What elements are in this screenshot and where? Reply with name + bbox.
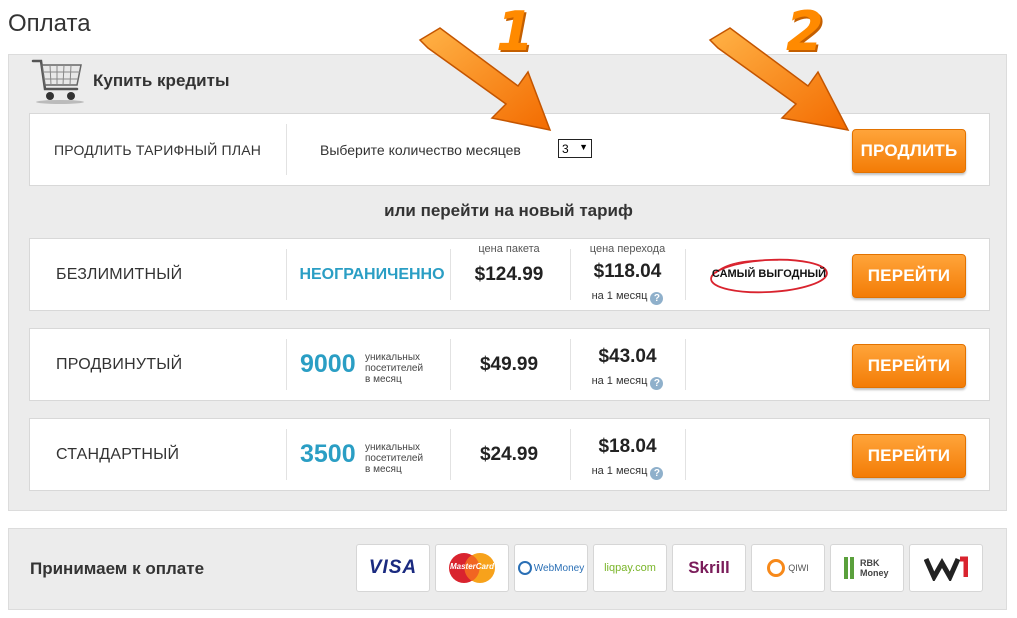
plan-visitors: НЕОГРАНИЧЕННО xyxy=(299,265,445,283)
visitors-count: 3500 xyxy=(300,440,356,468)
per-month-label: на 1 месяц xyxy=(591,290,648,302)
help-icon[interactable]: ? xyxy=(650,467,664,480)
qiwi-circle-icon xyxy=(767,559,786,577)
visitors-caption-line: уникальных xyxy=(365,442,421,453)
best-value-label: САМЫЙ ВЫГОДНЫЙ xyxy=(711,268,827,280)
help-icon[interactable]: ? xyxy=(650,292,664,305)
divider xyxy=(685,249,686,300)
visitors-count: 9000 xyxy=(300,350,356,378)
plan-row-advanced: ПРОДВИНУТЫЙ 9000 уникальных посетителей … xyxy=(29,328,990,401)
package-price: $49.99 xyxy=(479,353,539,375)
skrill-logo: Skrill xyxy=(672,544,746,592)
mastercard-logo: MasterCard xyxy=(435,544,509,592)
divider xyxy=(685,429,686,480)
extend-plan-row: ПРОДЛИТЬ ТАРИФНЫЙ ПЛАН Выберите количест… xyxy=(29,113,990,186)
help-icon[interactable]: ? xyxy=(650,377,664,390)
months-select[interactable]: 3 ▼ xyxy=(558,139,592,158)
qiwi-logo-text: QIWI xyxy=(788,563,809,573)
w1-logo: W1 xyxy=(909,544,983,592)
webmoney-logo-text: WebMoney xyxy=(533,562,585,574)
payment-methods-label: Принимаем к оплате xyxy=(30,559,205,578)
package-price: $24.99 xyxy=(479,443,539,465)
buy-credits-title: Купить кредиты xyxy=(93,71,230,90)
package-price: $124.99 xyxy=(474,263,544,285)
extend-button[interactable]: ПРОДЛИТЬ xyxy=(852,129,966,173)
skrill-logo-text: Skrill xyxy=(688,558,730,577)
annotation-number-2: 2 xyxy=(786,0,824,63)
webmoney-globe-icon xyxy=(517,561,532,575)
go-button-unlimited[interactable]: ПЕРЕЙТИ xyxy=(852,254,966,298)
plan-name: СТАНДАРТНЫЙ xyxy=(56,445,180,463)
w1-mark-icon xyxy=(924,556,968,581)
rbk-logo-text: RBK Money xyxy=(860,558,889,578)
visitors-caption-line: уникальных xyxy=(365,352,421,363)
visitors-caption: уникальных посетителей в месяц xyxy=(365,352,423,385)
plan-row-unlimited: БЕЗЛИМИТНЫЙ НЕОГРАНИЧЕННО цена пакета $1… xyxy=(29,238,990,311)
plan-row-standard: СТАНДАРТНЫЙ 3500 уникальных посетителей … xyxy=(29,418,990,491)
switch-plan-heading: или перейти на новый тариф xyxy=(384,201,633,220)
divider xyxy=(685,339,686,390)
divider xyxy=(286,124,287,175)
switch-price: $43.04 xyxy=(598,346,657,367)
rbk-bars-icon xyxy=(844,557,856,579)
visitors-caption-line: в месяц xyxy=(365,374,402,385)
rbk-money-logo: RBK Money xyxy=(830,544,904,592)
visitors-caption-line: в месяц xyxy=(365,464,402,475)
mastercard-logo-text: MasterCard xyxy=(449,562,494,571)
buy-credits-panel: Купить кредиты ПРОДЛИТЬ ТАРИФНЫЙ ПЛАН Вы… xyxy=(8,54,1007,511)
buy-credits-header: Купить кредиты xyxy=(31,55,229,105)
divider xyxy=(286,339,287,390)
per-month-label: на 1 месяц xyxy=(591,465,648,477)
page-title: Оплата xyxy=(8,10,91,37)
per-month-label: на 1 месяц xyxy=(591,375,648,387)
months-label: Выберите количество месяцев xyxy=(320,141,521,158)
plan-name: ПРОДВИНУТЫЙ xyxy=(56,355,183,373)
go-button-advanced[interactable]: ПЕРЕЙТИ xyxy=(852,344,966,388)
shopping-cart-icon xyxy=(31,59,84,104)
visa-logo-text: VISA xyxy=(368,557,418,578)
webmoney-logo: WebMoney xyxy=(514,544,588,592)
visitors-caption-line: посетителей xyxy=(365,363,424,374)
extend-plan-label: ПРОДЛИТЬ ТАРИФНЫЙ ПЛАН xyxy=(54,141,262,158)
annotation-number-1: 1 xyxy=(496,0,534,63)
dropdown-arrow-icon: ▼ xyxy=(579,142,588,152)
switch-price: $18.04 xyxy=(598,436,657,457)
visitors-caption: уникальных посетителей в месяц xyxy=(365,442,423,475)
divider xyxy=(286,429,287,480)
visa-logo: VISA xyxy=(356,544,430,592)
visitors-caption-line: посетителей xyxy=(365,453,424,464)
switch-price: $118.04 xyxy=(593,261,662,282)
liqpay-logo-text: liqpay.com xyxy=(604,562,656,574)
months-select-value: 3 xyxy=(562,141,569,156)
divider xyxy=(286,249,287,300)
go-button-standard[interactable]: ПЕРЕЙТИ xyxy=(852,434,966,478)
per-month: на 1 месяц? xyxy=(570,465,685,480)
qiwi-logo: QIWI xyxy=(751,544,825,592)
plan-name: БЕЗЛИМИТНЫЙ xyxy=(56,265,183,283)
liqpay-logo: liqpay.com xyxy=(593,544,667,592)
best-value-badge: САМЫЙ ВЫГОДНЫЙ xyxy=(708,257,830,295)
switch-price-caption: цена перехода xyxy=(589,243,666,255)
per-month: на 1 месяц? xyxy=(570,290,685,305)
payment-methods-panel: Принимаем к оплате VISA MasterCard WebMo… xyxy=(8,528,1007,610)
per-month: на 1 месяц? xyxy=(570,375,685,390)
